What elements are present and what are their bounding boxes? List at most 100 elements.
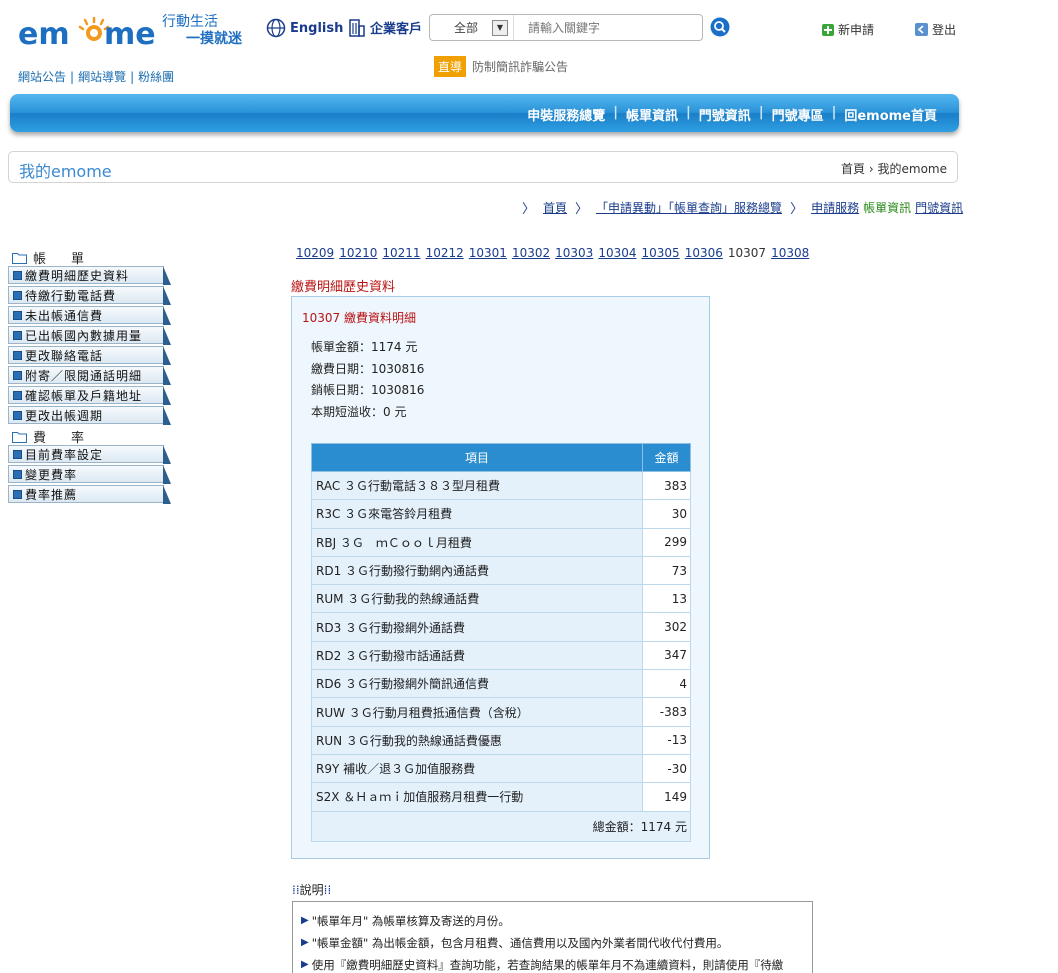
sidebar-item-label: 確認帳單及戶籍地址: [25, 388, 143, 403]
note-text: 使用『繳費明細歷史資料』查詢功能，若查詢結果的帳單年月不為連續資料，則請使用『待…: [311, 958, 784, 972]
sidebar-item-label: 目前費率設定: [25, 447, 104, 462]
nav-item-service-overview[interactable]: 申裝服務總覽: [519, 105, 613, 124]
month-link[interactable]: 10304: [598, 246, 636, 260]
table-row: RAC ３Ｇ行動電話３８３型月租費 383: [311, 470, 691, 501]
sidebar-item-unbilled-fees[interactable]: 未出帳通信費: [8, 306, 164, 324]
sidebar-item-rate-recommend[interactable]: 費率推薦: [8, 485, 164, 503]
new-apply-link[interactable]: 新申請: [822, 21, 874, 38]
sub-links: 網站公告 | 網站導覽 | 粉絲團: [18, 68, 174, 85]
item-name: RD1 ３Ｇ行動撥行動網內通話費: [311, 555, 643, 586]
item-amount: -13: [642, 725, 691, 755]
triangle-bullet-icon: ▶: [301, 937, 309, 948]
logout-label: 登出: [932, 23, 957, 37]
nav-item-number-info[interactable]: 門號資訊: [691, 105, 759, 124]
business-label: 企業客戶: [370, 22, 423, 37]
new-apply-label: 新申請: [838, 23, 875, 37]
nav-item-bill-info[interactable]: 帳單資訊: [618, 105, 686, 124]
month-link[interactable]: 10209: [296, 246, 334, 260]
notes-heading-label: 說明: [299, 883, 324, 897]
square-bullet-icon: [13, 469, 22, 479]
note-text: "帳單金額" 為出帳金額，包含月租費、通信費用以及國內外業者間代收代付費用。: [311, 936, 729, 950]
sidebar-item-label: 已出帳國內數據用量: [25, 328, 143, 343]
square-bullet-icon: [13, 310, 22, 320]
service-link-overview[interactable]: 「申請異動」「帳單查詢」服務總覽: [596, 199, 782, 216]
svg-text:em: em: [18, 17, 70, 50]
item-name: RD2 ３Ｇ行動撥市話通話費: [311, 640, 643, 671]
month-link[interactable]: 10210: [339, 246, 377, 260]
fan-page-link[interactable]: 粉絲團: [138, 70, 174, 84]
business-link[interactable]: 企業客戶: [348, 18, 422, 37]
slogan-line1: 行動生活: [162, 14, 218, 30]
slogan: 行動生活 一摸就迷: [162, 14, 242, 48]
sidebar-item-billing-cycle[interactable]: 更改出帳週期: [8, 406, 164, 424]
sidebar-section-bill: 帳 單: [8, 249, 168, 267]
service-link-number-info[interactable]: 門號資訊: [915, 199, 963, 216]
sidebar-item-current-rate[interactable]: 目前費率設定: [8, 445, 164, 463]
sidebar-item-confirm-address[interactable]: 確認帳單及戶籍地址: [8, 386, 164, 404]
logout-link[interactable]: 登出: [915, 21, 956, 38]
item-name: R9Y 補收／退３Ｇ加值服務費: [311, 753, 643, 784]
service-link-home[interactable]: 首頁: [543, 199, 567, 216]
item-amount: 347: [642, 640, 691, 671]
search-icon[interactable]: [710, 17, 730, 37]
month-link[interactable]: 10301: [469, 246, 507, 260]
emome-logo[interactable]: em me: [18, 14, 158, 52]
page-title: 我的emome: [19, 162, 112, 181]
chevron-right-icon: 〉: [575, 202, 589, 217]
site-map-link[interactable]: 網站導覽: [78, 70, 126, 84]
sidebar-item-call-details[interactable]: 附寄／限閱通話明細: [8, 366, 164, 384]
table-row: RUM ３Ｇ行動我的熱線通話費 13: [311, 584, 691, 614]
search-scope-select[interactable]: 全部 ▼: [430, 15, 514, 40]
english-link[interactable]: English: [266, 18, 343, 38]
service-link-apply[interactable]: 申請服務: [811, 199, 859, 216]
logout-icon: [915, 23, 928, 36]
bill-items-table: 項目 金額 RAC ３Ｇ行動電話３８３型月租費 383 R3C ３Ｇ來電答鈴月租費…: [311, 443, 691, 842]
triangle-bullet-icon: ▶: [301, 959, 309, 970]
chevron-down-icon: ▼: [492, 19, 508, 36]
table-header-row: 項目 金額: [311, 443, 691, 472]
search-input[interactable]: [514, 20, 694, 35]
item-amount: 149: [642, 782, 691, 812]
item-name: RUW ３Ｇ行動月租費抵通信費（含稅）: [311, 697, 643, 727]
sidebar: 帳 單 繳費明細歷史資料 待繳行動電話費 未出帳通信費 已出帳國內數據用量 更改…: [8, 249, 168, 505]
notice-bar[interactable]: 直導 防制簡訊詐騙公告: [434, 56, 568, 77]
globe-icon: [266, 18, 286, 38]
sidebar-item-label: 變更費率: [25, 467, 78, 482]
month-link[interactable]: 10211: [382, 246, 420, 260]
month-link[interactable]: 10212: [426, 246, 464, 260]
square-bullet-icon: [13, 410, 22, 420]
sidebar-section-label: 帳 單: [33, 252, 91, 267]
sidebar-item-payment-history[interactable]: 繳費明細歷史資料: [8, 266, 164, 284]
square-bullet-icon: [13, 270, 22, 280]
square-bullet-icon: [13, 489, 22, 499]
pay-date: 繳費日期：1030816: [311, 361, 425, 376]
sidebar-item-label: 待繳行動電話費: [25, 288, 117, 303]
chevron-right-icon: 〉: [522, 202, 536, 217]
nav-item-emome-home[interactable]: 回emome首頁: [836, 105, 945, 124]
square-bullet-icon: [13, 449, 22, 459]
breadcrumb-home[interactable]: 首頁: [841, 162, 865, 176]
table-row: RBJ ３Ｇ ｍＣｏｏｌ月租費 299: [311, 527, 691, 557]
site-notice-link[interactable]: 網站公告: [18, 70, 66, 84]
folder-icon: [12, 431, 27, 443]
square-bullet-icon: [13, 390, 22, 400]
month-link[interactable]: 10303: [555, 246, 593, 260]
nav-item-number-zone[interactable]: 門號專區: [764, 105, 832, 124]
sidebar-item-change-rate[interactable]: 變更費率: [8, 465, 164, 483]
month-selector: 10209 10210 10211 10212 10301 10302 1030…: [296, 246, 809, 260]
table-row: RUN ３Ｇ行動我的熱線通話費優惠 -13: [311, 725, 691, 755]
item-name: RD6 ３Ｇ行動撥網外簡訊通信費: [311, 669, 643, 699]
sidebar-item-change-phone[interactable]: 更改聯絡電話: [8, 346, 164, 364]
sidebar-item-data-usage[interactable]: 已出帳國內數據用量: [8, 326, 164, 344]
section-title: 繳費明細歷史資料: [291, 280, 396, 295]
month-link[interactable]: 10306: [685, 246, 723, 260]
note-text: "帳單年月" 為帳單核算及寄送的月份。: [311, 914, 510, 928]
month-link[interactable]: 10308: [771, 246, 809, 260]
month-link[interactable]: 10302: [512, 246, 550, 260]
overpay: 本期短溢收：0 元: [311, 404, 407, 419]
service-link-bill-info[interactable]: 帳單資訊: [863, 199, 911, 216]
sidebar-item-unpaid-fees[interactable]: 待繳行動電話費: [8, 286, 164, 304]
table-row: R3C ３Ｇ來電答鈴月租費 30: [311, 499, 691, 529]
note-item: ▶ 使用『繳費明細歷史資料』查詢功能，若查詢結果的帳單年月不為連續資料，則請使用『…: [301, 954, 804, 973]
month-link[interactable]: 10305: [642, 246, 680, 260]
